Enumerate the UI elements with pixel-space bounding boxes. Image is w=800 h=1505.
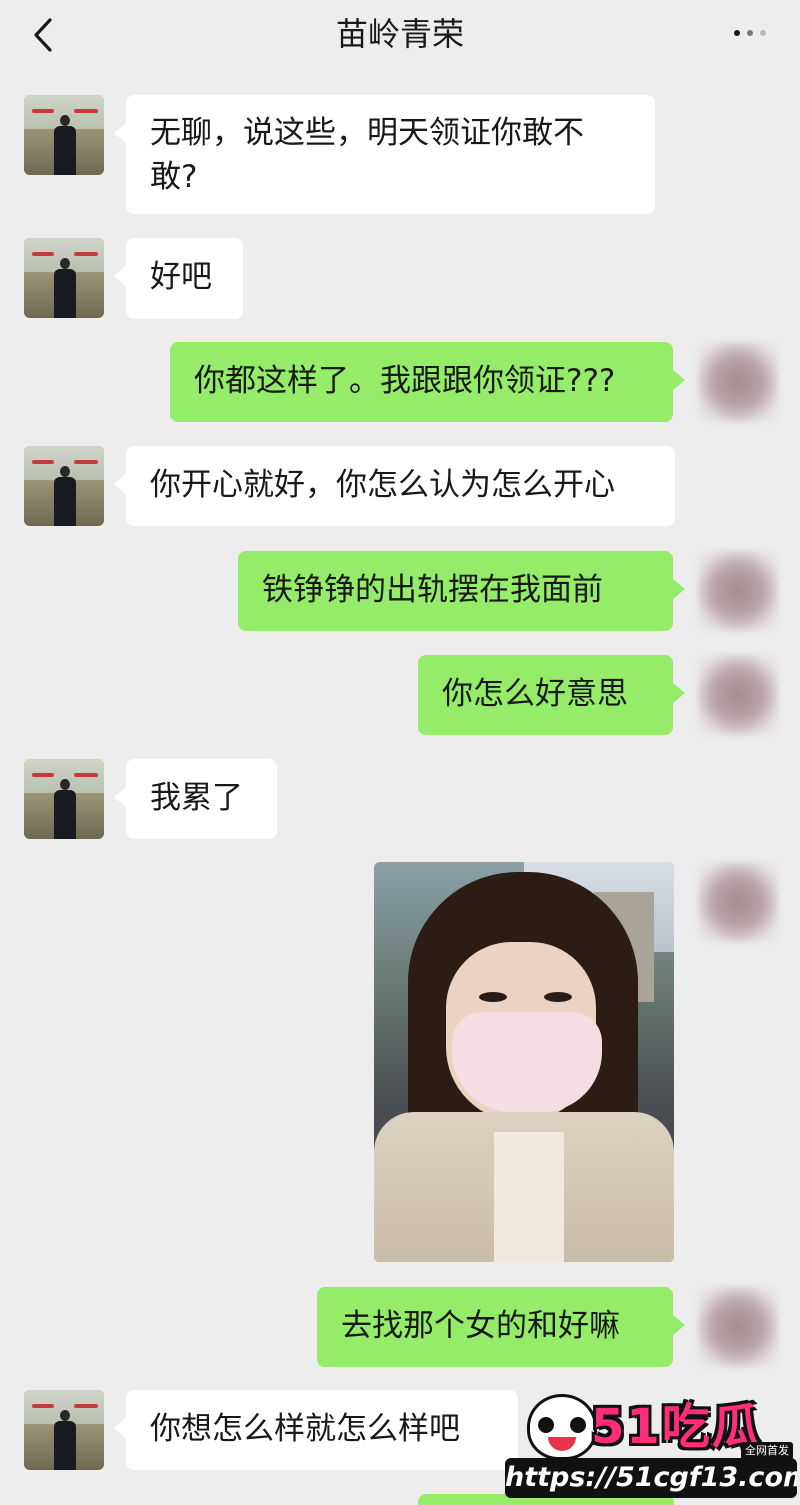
watermark-url: https://51cgf13.com: [505, 1458, 797, 1498]
contact-avatar[interactable]: [24, 759, 104, 839]
more-dots-icon: [734, 30, 740, 36]
own-avatar-blurred[interactable]: [698, 1287, 778, 1367]
own-avatar-blurred[interactable]: [698, 655, 778, 735]
own-avatar-blurred[interactable]: [698, 862, 778, 942]
own-avatar-blurred[interactable]: [698, 551, 778, 631]
message-bubble-incoming[interactable]: 你想怎么样就怎么样吧: [114, 1390, 518, 1470]
message-bubble-incoming[interactable]: 你开心就好，你怎么认为怎么开心: [114, 446, 675, 526]
site-watermark: 51吃瓜 全网首发 https://51cgf13.com: [505, 1390, 797, 1502]
message-bubble-outgoing[interactable]: 你都这样了。我跟跟你领证???: [170, 342, 685, 422]
chat-header: 苗岭青荣: [0, 0, 800, 72]
image-message[interactable]: [374, 862, 674, 1262]
contact-avatar[interactable]: [24, 238, 104, 318]
message-bubble-incoming[interactable]: 我累了: [114, 759, 277, 839]
message-bubble-outgoing[interactable]: 去找那个女的和好嘛: [317, 1287, 685, 1367]
message-bubble-outgoing[interactable]: 你怎么好意思: [418, 655, 685, 735]
contact-avatar[interactable]: [24, 95, 104, 175]
contact-avatar[interactable]: [24, 446, 104, 526]
message-bubble-incoming[interactable]: 好吧: [114, 238, 243, 319]
contact-avatar[interactable]: [24, 1390, 104, 1470]
message-bubble-incoming[interactable]: 无聊，说这些，明天领证你敢不 敢?: [114, 95, 655, 214]
watermark-brand: 51吃瓜: [591, 1399, 762, 1455]
own-avatar-blurred[interactable]: [698, 342, 778, 422]
message-bubble-outgoing[interactable]: 铁铮铮的出轨摆在我面前: [238, 551, 685, 631]
more-button[interactable]: [730, 26, 770, 40]
chat-title: 苗岭青荣: [335, 15, 464, 53]
mascot-logo-icon: [527, 1394, 597, 1460]
